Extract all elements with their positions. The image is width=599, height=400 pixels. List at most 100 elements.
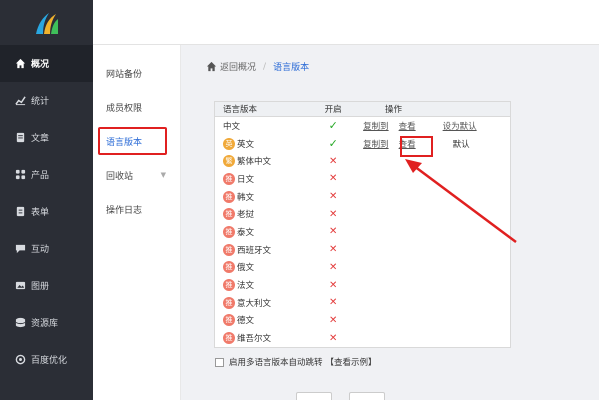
language-name-cell: 推韩文 xyxy=(215,190,311,203)
subnav-item-label: 网站备份 xyxy=(106,69,143,80)
enabled-check-icon[interactable]: ✓ xyxy=(329,119,338,132)
sidebar-item-label: 表单 xyxy=(31,208,50,218)
language-badge-icon: 繁 xyxy=(223,155,235,168)
disabled-cross-icon[interactable]: ✕ xyxy=(329,173,337,184)
language-name: 日文 xyxy=(237,174,255,185)
language-name-cell: 推西班牙文 xyxy=(215,243,311,256)
disabled-cross-icon[interactable]: ✕ xyxy=(329,191,337,202)
sidebar-item-chart[interactable]: 统计 xyxy=(0,82,93,119)
disabled-cross-icon[interactable]: ✕ xyxy=(329,333,337,344)
disabled-cross-icon[interactable]: ✕ xyxy=(329,297,337,308)
language-name-cell: 推法文 xyxy=(215,279,311,292)
subnav-item-label: 成员权限 xyxy=(106,103,143,114)
table-row: 推意大利文 ✕ xyxy=(215,294,510,312)
copy-to-link[interactable]: 复制到 xyxy=(363,120,389,132)
table-row: 英英文 ✓ 复制到 查看 默认 xyxy=(215,135,510,153)
sidebar-item-chat[interactable]: 互动 xyxy=(0,230,93,267)
seo-icon xyxy=(14,354,26,366)
language-name-cell: 中文 xyxy=(215,120,311,132)
app-logo[interactable] xyxy=(0,0,93,45)
language-name: 维吾尔文 xyxy=(237,334,272,345)
copy-to-link[interactable]: 复制到 xyxy=(363,138,389,150)
disabled-cross-icon[interactable]: ✕ xyxy=(329,280,337,291)
disabled-cross-icon[interactable]: ✕ xyxy=(329,226,337,237)
form-icon xyxy=(14,206,26,218)
breadcrumb-back-link[interactable]: 返回概况 xyxy=(220,60,256,73)
table-row: 中文 ✓ 复制到 查看 设为默认 xyxy=(215,117,510,135)
language-name: 俄文 xyxy=(237,263,255,274)
language-badge-icon: 推 xyxy=(223,314,235,327)
language-badge-icon: 推 xyxy=(223,208,235,221)
disabled-cross-icon[interactable]: ✕ xyxy=(329,209,337,220)
bottom-button-1[interactable] xyxy=(296,392,332,400)
sidebar-item-form[interactable]: 表单 xyxy=(0,193,93,230)
header-operations: 操作 xyxy=(384,105,402,115)
table-row: 推西班牙文 ✕ xyxy=(215,241,510,259)
language-name-cell: 推日文 xyxy=(215,172,311,185)
language-version-table: 语言版本 开启 操作 中文 ✓ 复制到 查看 设为默认英英文 ✓ 复制到 查看 默认繁繁体中文 ✕… xyxy=(214,101,511,348)
enabled-check-icon[interactable]: ✓ xyxy=(329,137,338,150)
language-name-cell: 推意大利文 xyxy=(215,296,311,309)
language-name-cell: 英英文 xyxy=(215,137,311,150)
language-name-cell: 推泰文 xyxy=(215,225,311,238)
language-name: 法文 xyxy=(237,281,255,292)
home-icon xyxy=(206,61,217,72)
sidebar-nav: 概况统计文章产品表单互动图册资源库 百度优化 xyxy=(0,45,93,378)
sidebar-item-label: 统计 xyxy=(31,97,50,107)
sidebar-item-home[interactable]: 概况 xyxy=(0,45,93,82)
album-icon xyxy=(14,280,26,292)
language-name: 西班牙文 xyxy=(237,245,272,256)
operations-cell: 复制到 查看 默认 xyxy=(355,138,510,150)
disabled-cross-icon[interactable]: ✕ xyxy=(329,156,337,167)
language-name-cell: 推德文 xyxy=(215,314,311,327)
language-name: 德文 xyxy=(237,316,255,327)
sidebar-item-database[interactable]: 资源库 xyxy=(0,304,93,341)
language-name-cell: 推维吾尔文 xyxy=(215,332,311,345)
subnav-item-3[interactable]: 回收站 ▼ xyxy=(93,158,180,192)
auto-redirect-option: 启用多语言版本自动跳转 【查看示例】 xyxy=(215,356,377,368)
language-name: 泰文 xyxy=(237,227,255,238)
main-sidebar: 概况统计文章产品表单互动图册资源库 百度优化 xyxy=(0,0,93,400)
language-badge-icon: 推 xyxy=(223,332,235,345)
product-icon xyxy=(14,169,26,181)
subnav-item-label: 回收站 xyxy=(106,171,134,182)
disabled-cross-icon[interactable]: ✕ xyxy=(329,262,337,273)
auto-redirect-label: 启用多语言版本自动跳转 xyxy=(229,358,323,368)
set-default-link[interactable]: 设为默认 xyxy=(443,120,477,132)
table-row: 推日文 ✕ xyxy=(215,170,510,188)
language-name: 韩文 xyxy=(237,192,255,203)
subnav-item-0[interactable]: 网站备份 xyxy=(93,56,180,90)
subnav-item-4[interactable]: 操作日志 xyxy=(93,192,180,226)
chat-icon xyxy=(14,243,26,255)
table-row: 推俄文 ✕ xyxy=(215,259,510,277)
sidebar-item-label: 图册 xyxy=(31,282,50,292)
language-badge-icon: 推 xyxy=(223,243,235,256)
language-name: 意大利文 xyxy=(237,298,272,309)
language-badge-icon: 推 xyxy=(223,296,235,309)
subnav-item-1[interactable]: 成员权限 xyxy=(93,90,180,124)
sidebar-item-label: 产品 xyxy=(31,171,50,181)
disabled-cross-icon[interactable]: ✕ xyxy=(329,244,337,255)
sidebar-item-album[interactable]: 图册 xyxy=(0,267,93,304)
sidebar-item-label: 文章 xyxy=(31,134,50,144)
language-badge-icon: 推 xyxy=(223,190,235,203)
logo-icon xyxy=(35,12,58,34)
view-link[interactable]: 查看 xyxy=(399,120,416,132)
home-icon xyxy=(14,58,26,70)
language-badge-icon: 推 xyxy=(223,172,235,185)
subnav-item-2[interactable]: 语言版本 xyxy=(93,124,180,158)
table-row: 推韩文 ✕ xyxy=(215,188,510,206)
operations-cell: 复制到 查看 设为默认 xyxy=(355,120,510,132)
disabled-cross-icon[interactable]: ✕ xyxy=(329,315,337,326)
bottom-button-2[interactable] xyxy=(349,392,385,400)
sidebar-item-label: 概况 xyxy=(31,60,50,70)
sidebar-item-article[interactable]: 文章 xyxy=(0,119,93,156)
view-example-link[interactable]: 【查看示例】 xyxy=(326,356,377,368)
auto-redirect-checkbox[interactable] xyxy=(215,357,224,367)
sidebar-item-product[interactable]: 产品 xyxy=(0,156,93,193)
table-row: 推法文 ✕ xyxy=(215,276,510,294)
language-badge-icon: 推 xyxy=(223,261,235,274)
view-link[interactable]: 查看 xyxy=(399,138,416,150)
sidebar-item-seo[interactable]: 百度优化 xyxy=(0,341,93,378)
language-badge-icon: 推 xyxy=(223,225,235,238)
